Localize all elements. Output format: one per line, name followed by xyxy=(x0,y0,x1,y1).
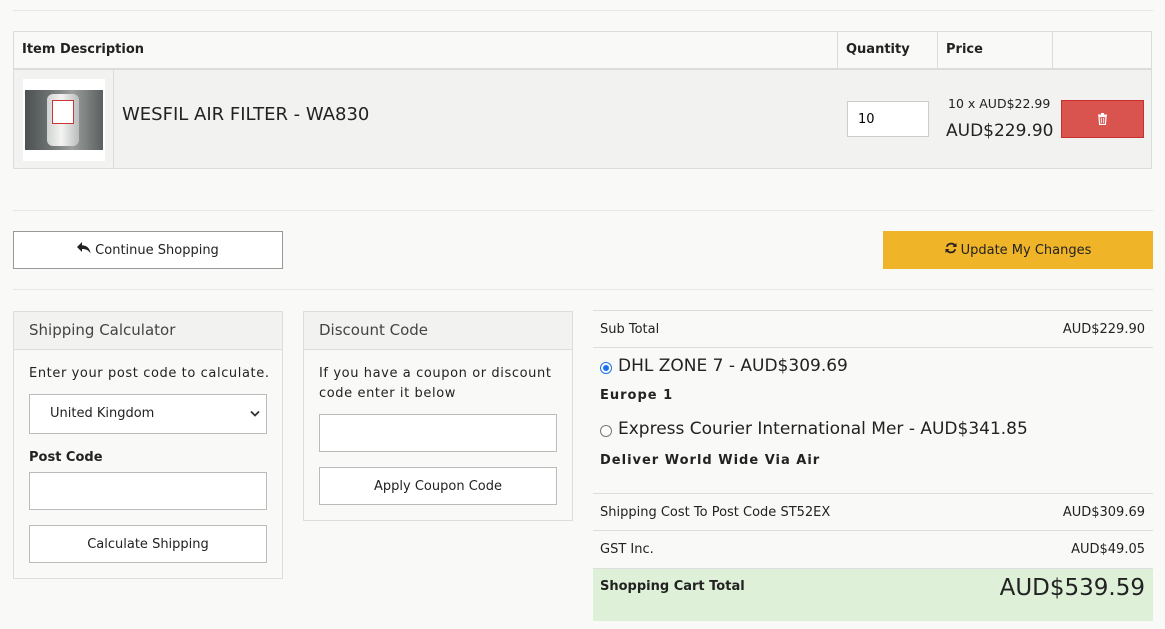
line-total: AUD$229.90 xyxy=(946,121,1054,141)
update-changes-button[interactable]: Update My Changes xyxy=(883,231,1153,269)
quantity-input[interactable] xyxy=(847,101,929,137)
column-divider xyxy=(113,70,114,168)
shipping-cost-row: Shipping Cost To Post Code ST52EX AUD$30… xyxy=(593,493,1153,531)
product-name[interactable]: WESFIL AIR FILTER - WA830 xyxy=(122,104,369,125)
shipping-option-note: Deliver World Wide Via Air xyxy=(600,453,821,468)
gst-row: GST Inc. AUD$49.05 xyxy=(593,530,1153,568)
price-header: Price xyxy=(946,42,983,57)
cart-total-label: Shopping Cart Total xyxy=(600,579,745,594)
shipping-calculator-panel: Shipping Calculator Enter your post code… xyxy=(13,311,283,579)
divider xyxy=(13,289,1153,290)
shipping-option-note: Europe 1 xyxy=(600,388,674,403)
product-thumbnail[interactable] xyxy=(23,79,105,161)
continue-shopping-label: Continue Shopping xyxy=(95,242,219,258)
continue-shopping-button[interactable]: Continue Shopping xyxy=(13,231,283,269)
shipping-cost-value: AUD$309.69 xyxy=(1062,505,1145,520)
subtotal-value: AUD$229.90 xyxy=(1062,322,1145,337)
reply-arrow-icon xyxy=(77,242,91,258)
table-header: Item Description Quantity Price xyxy=(14,32,1151,70)
chevron-down-icon xyxy=(250,395,260,433)
subtotal-label: Sub Total xyxy=(600,322,660,337)
table-row: WESFIL AIR FILTER - WA830 10 x AUD$22.99… xyxy=(14,70,1151,168)
divider xyxy=(13,10,1153,11)
post-code-label: Post Code xyxy=(29,450,103,465)
shipping-option-radio[interactable] xyxy=(600,362,612,374)
shipping-options: DHL ZONE 7 - AUD$309.69 Europe 1 Express… xyxy=(593,347,1153,493)
calculate-shipping-button[interactable]: Calculate Shipping xyxy=(29,525,267,563)
discount-code-panel: Discount Code If you have a coupon or di… xyxy=(303,311,573,521)
gst-label: GST Inc. xyxy=(600,542,654,557)
shipping-option-radio[interactable] xyxy=(600,425,612,437)
post-code-input[interactable] xyxy=(29,472,267,510)
discount-instruction: If you have a coupon or discount code en… xyxy=(319,366,552,401)
shipping-cost-label: Shipping Cost To Post Code ST52EX xyxy=(600,505,831,520)
shipping-instruction: Enter your post code to calculate. xyxy=(29,366,270,381)
shipping-option-label[interactable]: DHL ZONE 7 - AUD$309.69 xyxy=(618,356,848,376)
update-changes-label: Update My Changes xyxy=(960,242,1092,258)
quantity-header: Quantity xyxy=(846,42,910,57)
cart-table: Item Description Quantity Price WESFIL A… xyxy=(13,31,1152,169)
delete-item-button[interactable] xyxy=(1061,100,1144,138)
shipping-option-label[interactable]: Express Courier International Mer - AUD$… xyxy=(618,419,1028,439)
country-selected-value: United Kingdom xyxy=(50,406,155,421)
refresh-icon xyxy=(945,242,957,258)
cart-total-row: Shopping Cart Total AUD$539.59 xyxy=(593,568,1153,621)
country-select[interactable]: United Kingdom xyxy=(29,394,267,434)
product-image xyxy=(25,90,103,150)
shipping-calculator-title: Shipping Calculator xyxy=(14,312,282,350)
item-description-header: Item Description xyxy=(22,42,145,57)
unit-price: 10 x AUD$22.99 xyxy=(948,96,1051,111)
apply-coupon-button[interactable]: Apply Coupon Code xyxy=(319,467,557,505)
cart-total-value: AUD$539.59 xyxy=(999,575,1145,601)
divider xyxy=(13,210,1153,211)
discount-code-title: Discount Code xyxy=(304,312,572,350)
gst-value: AUD$49.05 xyxy=(1071,542,1145,557)
coupon-code-input[interactable] xyxy=(319,414,557,452)
trash-icon xyxy=(1097,110,1108,129)
subtotal-row: Sub Total AUD$229.90 xyxy=(593,310,1153,348)
